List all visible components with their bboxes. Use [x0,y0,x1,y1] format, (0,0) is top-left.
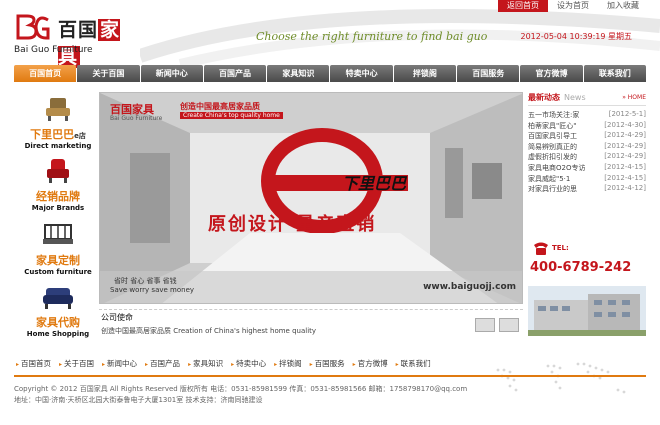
nav-home[interactable]: 百国首页 [14,65,77,82]
news-header: 最新动态 News » HOME [528,92,646,106]
nav-sale[interactable]: 特卖中心 [330,65,393,82]
nav-products[interactable]: 百国产品 [203,65,267,82]
nav-knowledge[interactable]: 家具知识 [267,65,330,82]
company-mission-title: 公司使命 [101,313,133,322]
sidebar-label-en: Home Shopping [26,330,90,338]
news-panel: 最新动态 News » HOME 五一市场关注:家 [2012-5-1] 柏蒂家具"… [528,92,646,195]
nav-lock-pavilion[interactable]: 拌锁阁 [393,65,457,82]
thumbnail-1[interactable] [475,318,495,332]
nav-news[interactable]: 新闻中心 [140,65,203,82]
company-building-photo [528,286,646,336]
thumbnail-2[interactable] [499,318,519,332]
banner-brand-en: Create China's top quality home [180,112,283,119]
banner-brand-cn: 创造中国最高居家品质 [180,102,260,111]
big-e-logo-text: 下里巴巴 [342,174,408,193]
sidebar-item-custom-furniture[interactable]: 家具定制 Custom furniture [20,222,96,276]
news-item[interactable]: 家具威起"5·1 [2012-4-15] [528,174,646,185]
slogan: Choose the right furniture to find bai g… [256,30,488,43]
datetime: 2012-05-04 10:39:19 星期五 [520,32,632,41]
footer-link-lock-pavilion[interactable]: 拌锁阁 [272,358,308,369]
news-title-en: News [564,93,586,102]
site-logo[interactable]: 百国 家具 Bai Guo Furniture [14,12,139,68]
footer-nav: 百国首页 关于百国 新闻中心 百国产品 家具知识 特卖中心 拌锁阁 百国服务 官… [14,358,437,369]
nav-contact[interactable]: 联系我们 [583,65,646,82]
sidebar-item-major-brands[interactable]: 经销品牌 Major Brands [20,158,96,212]
sidebar-label-cn: 家具代购 [36,316,80,329]
news-item[interactable]: 家具电商O2O专访 [2012-4-15] [528,163,646,174]
bg-logo-icon [16,14,50,40]
footer-link-knowledge[interactable]: 家具知识 [186,358,229,369]
footer-copyright: Copyright © 2012 百国家具 All Rights Reserve… [14,385,468,393]
sidebar-item-direct-marketing[interactable]: 下里巴巴e店 Direct marketing [20,96,96,150]
footer-link-weibo[interactable]: 官方微博 [351,358,394,369]
banner-headline: 原创设计 量产直销 [208,214,377,235]
news-item[interactable]: 柏蒂家具"匠心" [2012-4-30] [528,121,646,132]
footer-link-contact[interactable]: 联系我们 [394,358,437,369]
footer-address: 地址：中国·济南·天桥区北园大街泰鲁电子大厦1301室 技术支持：济南同驰建设 [14,396,263,404]
top-link-home[interactable]: 返回首页 [498,0,548,12]
news-item[interactable]: 五一市场关注:家 [2012-5-1] [528,110,646,121]
nav-weibo[interactable]: 官方微博 [520,65,583,82]
sidebar-label-en: Direct marketing [24,142,92,150]
top-link-set-homepage[interactable]: 设为首页 [548,0,598,12]
hotline-number: 400-6789-242 [530,260,632,275]
logo-chinese: 百国 家具 [58,19,121,68]
banner-url[interactable]: www.baiguojj.com [423,282,516,292]
footer-link-news[interactable]: 新闻中心 [100,358,143,369]
footer-link-home[interactable]: 百国首页 [14,358,57,369]
news-more-link[interactable]: » HOME [622,94,646,101]
sidebar-label-cn: 经销品牌 [36,190,80,203]
footer-link-about[interactable]: 关于百国 [57,358,100,369]
news-list: 五一市场关注:家 [2012-5-1] 柏蒂家具"匠心" [2012-4-30] 百… [528,110,646,195]
footer-link-service[interactable]: 百国服务 [308,358,351,369]
headboard-icon [43,224,73,244]
hotline-box: TEL: 400-6789-242 [528,240,646,280]
sidebar-item-home-shopping[interactable]: 家具代购 Home Shopping [20,284,96,338]
sidebar-label-cn: 下里巴巴e店 [30,128,86,141]
news-item[interactable]: 对家具行业的思 [2012-4-12] [528,184,646,195]
company-mission-desc: 创造中国最高居家品质 Creation of China's highest h… [101,327,317,335]
banner-thumbnails [475,318,519,332]
sofa-icon [43,288,73,309]
sofa-chair-icon [46,98,70,121]
banner-tags: 省时 省心 省事 省钱 [114,277,177,285]
hero-banner[interactable]: 百国家具 Bai Guo Furniture 创造中国最高居家品质 Create… [99,92,523,304]
news-title: 最新动态 [528,93,560,102]
armchair-icon [47,159,69,183]
telephone-icon [534,242,548,255]
banner-logo-sub: Bai Guo Furniture [110,115,163,122]
logo-english: Bai Guo Furniture [14,45,93,55]
sidebar-label-en: Custom furniture [24,268,92,276]
main-nav: 百国首页 关于百国 新闻中心 百国产品 家具知识 特卖中心 拌锁阁 百国服务 官… [14,65,646,82]
news-item[interactable]: 虚假折扣引发的 [2012-4-29] [528,152,646,163]
footer-link-products[interactable]: 百国产品 [143,358,186,369]
nav-service[interactable]: 百国服务 [457,65,520,82]
company-mission: 公司使命 创造中国最高居家品质 Creation of China's high… [99,309,523,337]
footer-link-sale[interactable]: 特卖中心 [229,358,272,369]
hotline-label: TEL: [552,244,569,252]
banner-tags-en: Save worry save money [110,286,195,294]
news-item[interactable]: 简易辨别真正的 [2012-4-29] [528,142,646,153]
top-link-favorite[interactable]: 加入收藏 [598,0,648,12]
news-item[interactable]: 百国家具引导工 [2012-4-29] [528,131,646,142]
nav-about[interactable]: 关于百国 [77,65,140,82]
sidebar-label-en: Major Brands [31,204,85,212]
top-links: 返回首页 设为首页 加入收藏 [498,0,648,12]
site-footer: Copyright © 2012 百国家具 All Rights Reserve… [14,375,646,406]
sidebar-label-cn: 家具定制 [36,254,80,267]
